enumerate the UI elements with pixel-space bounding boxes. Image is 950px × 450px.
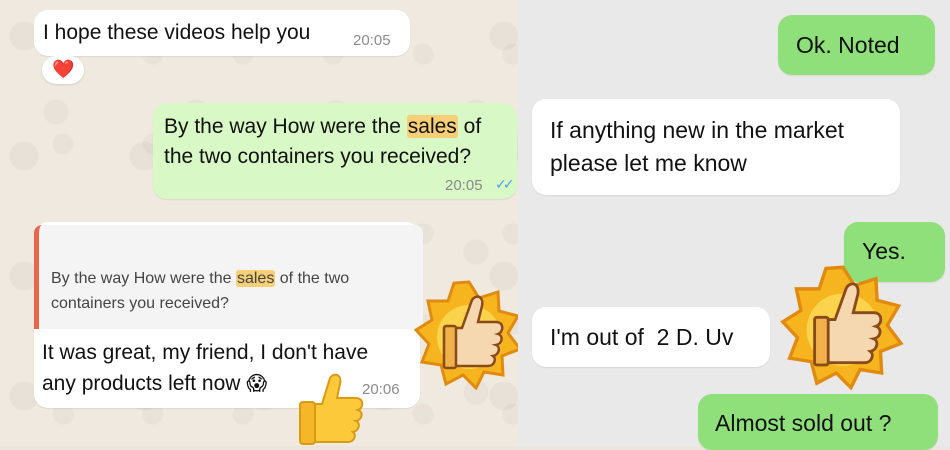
message-text: I'm out of 2 D. Uv xyxy=(550,324,734,350)
quoted-message[interactable]: By the way How were the sales of the two… xyxy=(34,225,423,329)
search-highlight: sales xyxy=(235,270,276,287)
thumbs-up-badge-icon xyxy=(780,265,904,390)
incoming-message-out-of-stock[interactable]: I'm out of 2 D. Uv xyxy=(532,307,770,367)
message-text: Almost sold out ? xyxy=(715,410,892,436)
message-time: 20:05 xyxy=(445,177,483,194)
message-text-line1: If anything new in the market xyxy=(550,117,845,143)
read-ticks-icon: ✓✓ xyxy=(495,176,515,192)
message-text-line2: please let me know xyxy=(550,150,747,176)
reply-text-line1: It was great, my friend, I don't have xyxy=(42,341,369,364)
shocked-emoji-icon: 😱 xyxy=(246,373,268,395)
outgoing-message-ok-noted[interactable]: Ok. Noted xyxy=(778,15,935,75)
right-chat-pane: Ok. Noted If anything new in the market … xyxy=(518,0,950,450)
heart-reaction-icon[interactable]: ❤️ xyxy=(42,56,84,84)
search-highlight: sales xyxy=(406,115,458,138)
message-text: I hope these videos help you xyxy=(43,21,311,44)
message-text-line2: the two containers you received? xyxy=(164,145,472,168)
thumbs-up-badge-icon xyxy=(414,280,523,390)
reply-text-line2: any products left now 😱 xyxy=(42,372,268,395)
thumbs-up-icon xyxy=(299,373,364,445)
quote-text-line2: containers you received? xyxy=(51,295,229,312)
incoming-message-videos[interactable]: I hope these videos help you 20:05 xyxy=(34,10,410,56)
incoming-message-market[interactable]: If anything new in the market please let… xyxy=(532,99,900,195)
outgoing-message-sold-out[interactable]: Almost sold out ? xyxy=(698,394,938,450)
message-text-line1: By the way How were the sales of xyxy=(164,115,482,138)
message-text: Ok. Noted xyxy=(796,32,900,58)
outgoing-message-sales-question[interactable]: By the way How were the sales of the two… xyxy=(153,103,517,199)
message-time: 20:05 xyxy=(353,32,391,49)
left-chat-pane: I hope these videos help you 20:05 ❤️ By… xyxy=(0,0,523,446)
quote-text-line1: By the way How were the sales of the two xyxy=(51,270,350,287)
message-text: Yes. xyxy=(862,238,906,264)
